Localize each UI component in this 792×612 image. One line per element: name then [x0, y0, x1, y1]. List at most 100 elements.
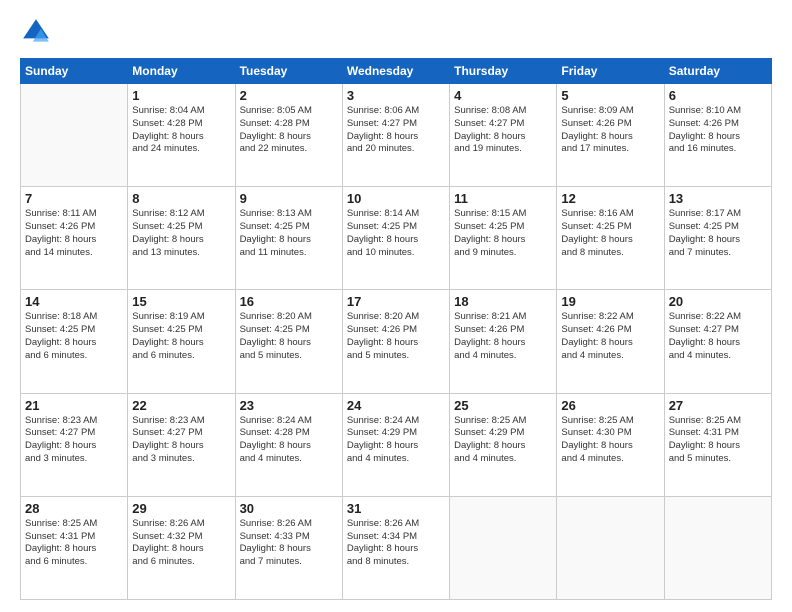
day-number: 12 — [561, 191, 659, 206]
day-info: Sunrise: 8:15 AM Sunset: 4:25 PM Dayligh… — [454, 208, 552, 259]
day-number: 10 — [347, 191, 445, 206]
calendar-cell: 13Sunrise: 8:17 AM Sunset: 4:25 PM Dayli… — [664, 187, 771, 290]
calendar-cell: 6 Sunrise: 8:10 AM Sunset: 4:26 PM Daylig… — [664, 84, 771, 187]
day-number: 6 — [669, 88, 767, 103]
day-info: Sunrise: 8:25 AM Sunset: 4:31 PM Dayligh… — [25, 518, 123, 569]
day-info: Sunrise: 8:26 AM Sunset: 4:33 PM Dayligh… — [240, 518, 338, 569]
day-number: 15 — [132, 294, 230, 309]
calendar-cell: 2 Sunrise: 8:05 AM Sunset: 4:28 PM Daylig… — [235, 84, 342, 187]
day-number: 26 — [561, 398, 659, 413]
day-number: 5 — [561, 88, 659, 103]
page: SundayMondayTuesdayWednesdayThursdayFrid… — [0, 0, 792, 612]
day-number: 4 — [454, 88, 552, 103]
day-number: 28 — [25, 501, 123, 516]
day-number: 8 — [132, 191, 230, 206]
day-info: Sunrise: 8:10 AM Sunset: 4:26 PM Dayligh… — [669, 105, 767, 156]
day-number: 9 — [240, 191, 338, 206]
calendar-cell: 14 Sunrise: 8:18 AM Sunset: 4:25 PM Dayli… — [21, 290, 128, 393]
calendar-cell: 11 Sunrise: 8:15 AM Sunset: 4:25 PM Dayli… — [450, 187, 557, 290]
day-number: 24 — [347, 398, 445, 413]
day-info: Sunrise: 8:09 AM Sunset: 4:26 PM Dayligh… — [561, 105, 659, 156]
weekday-saturday: Saturday — [664, 59, 771, 84]
calendar-cell — [664, 496, 771, 599]
calendar-cell: 20 Sunrise: 8:22 AM Sunset: 4:27 PM Dayli… — [664, 290, 771, 393]
day-info: Sunrise: 8:13 AM Sunset: 4:25 PM Dayligh… — [240, 208, 338, 259]
calendar-cell: 27 Sunrise: 8:25 AM Sunset: 4:31 PM Dayli… — [664, 393, 771, 496]
calendar-cell — [21, 84, 128, 187]
day-number: 27 — [669, 398, 767, 413]
week-row: 21 Sunrise: 8:23 AM Sunset: 4:27 PM Dayli… — [21, 393, 772, 496]
day-info: Sunrise: 8:25 AM Sunset: 4:29 PM Dayligh… — [454, 415, 552, 466]
calendar-cell: 3 Sunrise: 8:06 AM Sunset: 4:27 PM Daylig… — [342, 84, 449, 187]
day-number: 7 — [25, 191, 123, 206]
calendar-cell: 25 Sunrise: 8:25 AM Sunset: 4:29 PM Dayli… — [450, 393, 557, 496]
calendar-cell: 29Sunrise: 8:26 AM Sunset: 4:32 PM Dayli… — [128, 496, 235, 599]
day-info: Sunrise: 8:06 AM Sunset: 4:27 PM Dayligh… — [347, 105, 445, 156]
day-number: 13 — [669, 191, 767, 206]
day-number: 2 — [240, 88, 338, 103]
weekday-wednesday: Wednesday — [342, 59, 449, 84]
calendar-cell: 24Sunrise: 8:24 AM Sunset: 4:29 PM Dayli… — [342, 393, 449, 496]
weekday-sunday: Sunday — [21, 59, 128, 84]
calendar-cell: 16 Sunrise: 8:20 AM Sunset: 4:25 PM Dayli… — [235, 290, 342, 393]
calendar-cell: 21 Sunrise: 8:23 AM Sunset: 4:27 PM Dayli… — [21, 393, 128, 496]
day-info: Sunrise: 8:05 AM Sunset: 4:28 PM Dayligh… — [240, 105, 338, 156]
day-number: 16 — [240, 294, 338, 309]
day-info: Sunrise: 8:20 AM Sunset: 4:25 PM Dayligh… — [240, 311, 338, 362]
day-number: 19 — [561, 294, 659, 309]
calendar-cell: 31Sunrise: 8:26 AM Sunset: 4:34 PM Dayli… — [342, 496, 449, 599]
day-info: Sunrise: 8:08 AM Sunset: 4:27 PM Dayligh… — [454, 105, 552, 156]
day-number: 11 — [454, 191, 552, 206]
header — [20, 16, 772, 48]
day-number: 31 — [347, 501, 445, 516]
week-row: 14 Sunrise: 8:18 AM Sunset: 4:25 PM Dayli… — [21, 290, 772, 393]
day-info: Sunrise: 8:21 AM Sunset: 4:26 PM Dayligh… — [454, 311, 552, 362]
day-info: Sunrise: 8:19 AM Sunset: 4:25 PM Dayligh… — [132, 311, 230, 362]
calendar-cell: 9 Sunrise: 8:13 AM Sunset: 4:25 PM Daylig… — [235, 187, 342, 290]
calendar-cell: 8Sunrise: 8:12 AM Sunset: 4:25 PM Daylig… — [128, 187, 235, 290]
calendar-cell — [557, 496, 664, 599]
day-info: Sunrise: 8:16 AM Sunset: 4:25 PM Dayligh… — [561, 208, 659, 259]
weekday-tuesday: Tuesday — [235, 59, 342, 84]
weekday-friday: Friday — [557, 59, 664, 84]
day-info: Sunrise: 8:20 AM Sunset: 4:26 PM Dayligh… — [347, 311, 445, 362]
calendar-cell: 4 Sunrise: 8:08 AM Sunset: 4:27 PM Daylig… — [450, 84, 557, 187]
day-number: 22 — [132, 398, 230, 413]
calendar-cell: 10 Sunrise: 8:14 AM Sunset: 4:25 PM Dayli… — [342, 187, 449, 290]
calendar: SundayMondayTuesdayWednesdayThursdayFrid… — [20, 58, 772, 600]
calendar-cell: 15 Sunrise: 8:19 AM Sunset: 4:25 PM Dayli… — [128, 290, 235, 393]
day-number: 3 — [347, 88, 445, 103]
calendar-cell: 23 Sunrise: 8:24 AM Sunset: 4:28 PM Dayli… — [235, 393, 342, 496]
day-number: 20 — [669, 294, 767, 309]
calendar-cell: 19Sunrise: 8:22 AM Sunset: 4:26 PM Dayli… — [557, 290, 664, 393]
calendar-cell: 5 Sunrise: 8:09 AM Sunset: 4:26 PM Daylig… — [557, 84, 664, 187]
calendar-cell: 30Sunrise: 8:26 AM Sunset: 4:33 PM Dayli… — [235, 496, 342, 599]
calendar-cell — [450, 496, 557, 599]
day-info: Sunrise: 8:18 AM Sunset: 4:25 PM Dayligh… — [25, 311, 123, 362]
day-number: 29 — [132, 501, 230, 516]
day-number: 23 — [240, 398, 338, 413]
day-info: Sunrise: 8:14 AM Sunset: 4:25 PM Dayligh… — [347, 208, 445, 259]
day-info: Sunrise: 8:11 AM Sunset: 4:26 PM Dayligh… — [25, 208, 123, 259]
day-info: Sunrise: 8:25 AM Sunset: 4:31 PM Dayligh… — [669, 415, 767, 466]
day-number: 1 — [132, 88, 230, 103]
day-info: Sunrise: 8:25 AM Sunset: 4:30 PM Dayligh… — [561, 415, 659, 466]
week-row: 28 Sunrise: 8:25 AM Sunset: 4:31 PM Dayli… — [21, 496, 772, 599]
calendar-cell: 12 Sunrise: 8:16 AM Sunset: 4:25 PM Dayli… — [557, 187, 664, 290]
calendar-cell: 17 Sunrise: 8:20 AM Sunset: 4:26 PM Dayli… — [342, 290, 449, 393]
logo-icon — [20, 16, 52, 48]
day-info: Sunrise: 8:22 AM Sunset: 4:27 PM Dayligh… — [669, 311, 767, 362]
day-info: Sunrise: 8:24 AM Sunset: 4:28 PM Dayligh… — [240, 415, 338, 466]
weekday-monday: Monday — [128, 59, 235, 84]
weekday-thursday: Thursday — [450, 59, 557, 84]
day-number: 21 — [25, 398, 123, 413]
calendar-cell: 26 Sunrise: 8:25 AM Sunset: 4:30 PM Dayli… — [557, 393, 664, 496]
day-number: 25 — [454, 398, 552, 413]
calendar-cell: 18Sunrise: 8:21 AM Sunset: 4:26 PM Dayli… — [450, 290, 557, 393]
day-info: Sunrise: 8:23 AM Sunset: 4:27 PM Dayligh… — [25, 415, 123, 466]
calendar-cell: 7 Sunrise: 8:11 AM Sunset: 4:26 PM Daylig… — [21, 187, 128, 290]
week-row: 1Sunrise: 8:04 AM Sunset: 4:28 PM Daylig… — [21, 84, 772, 187]
day-number: 17 — [347, 294, 445, 309]
calendar-cell: 22Sunrise: 8:23 AM Sunset: 4:27 PM Dayli… — [128, 393, 235, 496]
day-number: 14 — [25, 294, 123, 309]
